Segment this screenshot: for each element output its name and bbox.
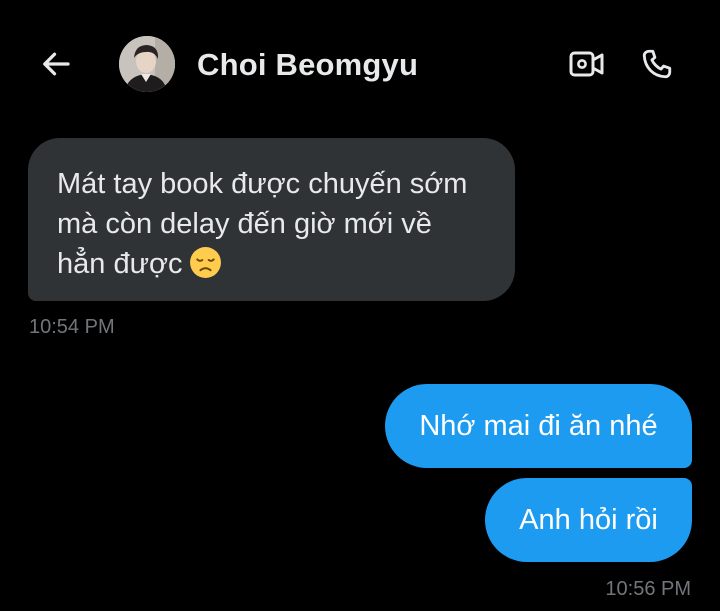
message-line-text: hẳn được <box>57 248 183 280</box>
phone-icon <box>642 49 672 79</box>
message-timestamp: 10:56 PM <box>605 578 691 600</box>
video-camera-icon <box>569 51 604 77</box>
voice-call-button[interactable] <box>636 44 678 84</box>
message-line: mà còn delay đến giờ mới về <box>57 208 432 240</box>
contact-name[interactable]: Choi Beomgyu <box>197 47 418 83</box>
incoming-message-bubble[interactable]: Mát tay book được chuyến sớm mà còn dela… <box>28 138 515 301</box>
arrow-left-icon <box>43 52 70 76</box>
video-call-button[interactable] <box>566 44 608 84</box>
message-line: Mát tay book được chuyến sớm <box>57 168 468 200</box>
outgoing-message-bubble[interactable]: Nhớ mai đi ăn nhé <box>385 384 692 468</box>
message-timestamp: 10:54 PM <box>29 316 115 338</box>
profile-photo <box>119 36 175 92</box>
message-line: hẳn được <box>57 244 487 284</box>
dm-conversation-screen: Choi Beomgyu Mát tay book được chuyến sớ… <box>0 0 720 611</box>
conversation-header: Choi Beomgyu <box>0 0 720 130</box>
back-button[interactable] <box>36 44 76 84</box>
outgoing-message-bubble[interactable]: Anh hỏi rồi <box>485 478 692 562</box>
avatar[interactable] <box>119 36 175 92</box>
disappointed-face-emoji <box>189 247 221 278</box>
